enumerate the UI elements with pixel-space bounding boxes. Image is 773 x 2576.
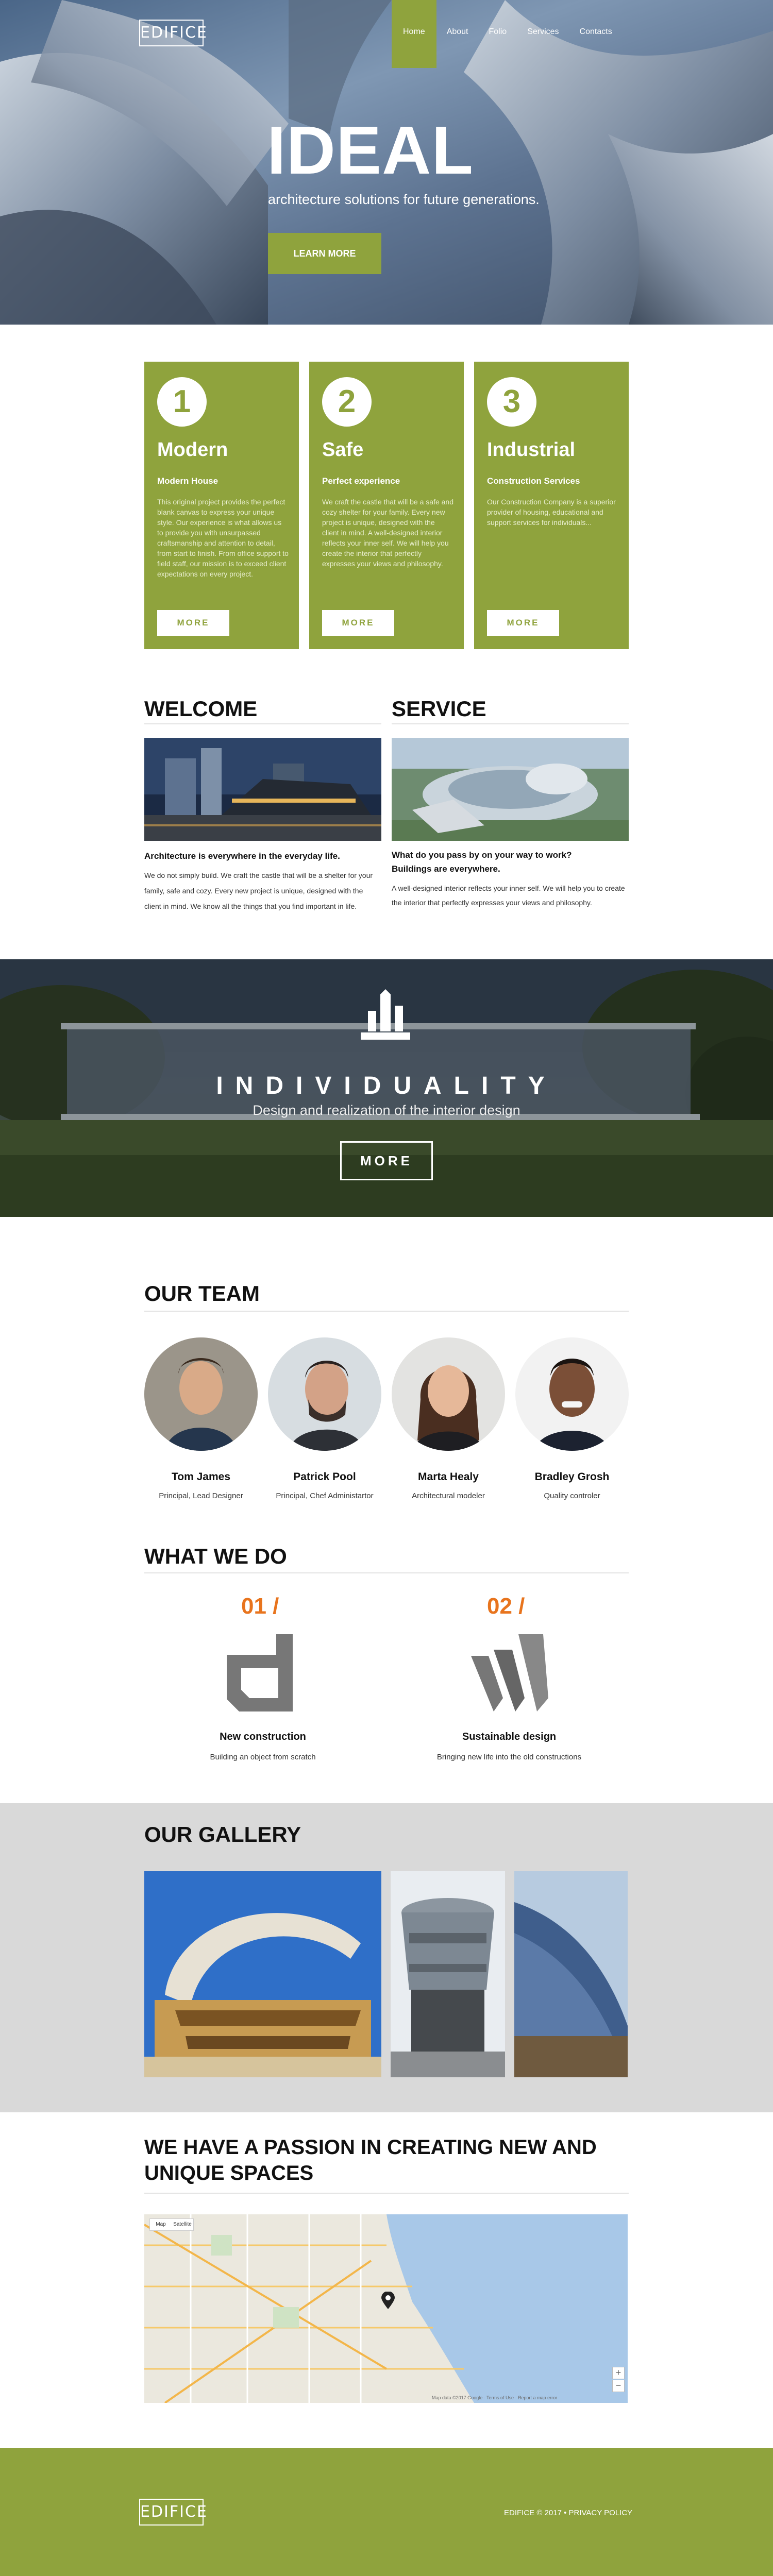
team-divider	[144, 1311, 629, 1312]
what-we-do-heading: WHAT WE DO	[144, 1544, 287, 1568]
service-title: Sustainable design	[462, 1731, 557, 1742]
service-lead-2: Buildings are everywhere.	[392, 864, 500, 874]
member-photo-patrick-pool	[268, 1337, 381, 1451]
welcome-text: We do not simply build. We craft the cas…	[144, 871, 373, 910]
feature-card-safe: 2 Safe Perfect experience We craft the c…	[309, 362, 464, 649]
service-number: 02 /	[487, 1594, 525, 1619]
individuality-title: INDIVIDUALITY	[216, 1072, 557, 1099]
gallery-heading: OUR GALLERY	[144, 1822, 301, 1846]
map-type-map-button[interactable]: Map	[150, 2219, 172, 2230]
map-zoom-in-button[interactable]: +	[612, 2367, 625, 2379]
feature-more-button[interactable]: MORE	[322, 610, 394, 636]
member-photo-marta-healy	[392, 1337, 505, 1451]
service-lead-1: What do you pass by on your way to work?	[392, 850, 572, 860]
what-we-do-divider	[144, 1572, 629, 1573]
feature-title: Safe	[322, 439, 364, 461]
service-description: Building an object from scratch	[210, 1753, 316, 1761]
gallery-section	[0, 1803, 773, 2112]
passion-heading-line1: WE HAVE A PASSION IN CREATING NEW AND	[144, 2136, 597, 2159]
service-divider	[392, 723, 629, 724]
map-zoom-out-button[interactable]: −	[612, 2380, 625, 2392]
passion-divider	[144, 2193, 629, 2194]
individuality-subtitle: Design and realization of the interior d…	[253, 1103, 520, 1118]
construction-icon	[227, 1634, 293, 1711]
map-type-control: Map Satellite	[149, 2218, 194, 2231]
welcome-heading: WELCOME	[144, 697, 258, 721]
member-name: Marta Healy	[418, 1471, 479, 1483]
member-role: Principal, Chef Administartor	[276, 1492, 374, 1500]
feature-text: This original project provides the perfe…	[157, 498, 289, 578]
nav-contacts[interactable]: Contacts	[569, 0, 623, 68]
hero-title: IDEAL	[267, 112, 474, 188]
map-type-satellite-button[interactable]: Satellite	[172, 2219, 193, 2230]
nav-folio[interactable]: Folio	[479, 0, 517, 68]
hero-subtitle: architecture solutions for future genera…	[268, 192, 540, 207]
welcome-lead: Architecture is everywhere in the everyd…	[144, 851, 340, 861]
member-role: Quality controler	[544, 1492, 600, 1500]
gallery-image-3[interactable]	[514, 1871, 628, 2077]
feature-card-modern: 1 Modern Modern House This original proj…	[144, 362, 299, 649]
feature-number: 3	[487, 377, 536, 427]
feature-more-button[interactable]: MORE	[157, 610, 229, 636]
copyright-text[interactable]: EDIFICE © 2017 • PRIVACY POLICY	[504, 2509, 632, 2517]
service-description: Bringing new life into the old construct…	[436, 1753, 582, 1761]
feature-text: Our Construction Company is a superior p…	[487, 498, 616, 527]
team-heading: OUR TEAM	[144, 1281, 260, 1306]
gallery-image-2[interactable]	[391, 1871, 505, 2077]
learn-more-button[interactable]: LEARN MORE	[268, 233, 381, 274]
service-heading: SERVICE	[392, 697, 486, 721]
member-role: Principal, Lead Designer	[159, 1492, 243, 1500]
member-role: Architectural modeler	[412, 1492, 485, 1500]
member-name: Tom James	[172, 1471, 230, 1483]
gallery-image-1[interactable]	[144, 1871, 381, 2077]
sustainable-design-icon	[471, 1634, 548, 1711]
service-title: New construction	[220, 1731, 306, 1742]
nav-services[interactable]: Services	[517, 0, 569, 68]
service-number: 01 /	[241, 1594, 279, 1619]
nav-home[interactable]: Home	[392, 0, 436, 68]
individuality-more-button[interactable]: MORE	[340, 1141, 433, 1180]
member-photo-tom-james	[144, 1337, 258, 1451]
member-photo-bradley-grosh	[515, 1337, 629, 1451]
welcome-divider	[144, 723, 381, 724]
feature-subtitle: Modern House	[157, 476, 219, 486]
footer-logo[interactable]: EDIFICE	[139, 2499, 207, 2526]
feature-title: Industrial	[487, 439, 576, 461]
building-logo-icon	[361, 989, 410, 1041]
service-image	[392, 738, 629, 841]
feature-subtitle: Perfect experience	[322, 476, 400, 486]
main-nav: Home About Folio Services Contacts	[392, 0, 623, 68]
welcome-image	[144, 738, 381, 841]
feature-more-button[interactable]: MORE	[487, 610, 559, 636]
member-name: Bradley Grosh	[534, 1471, 610, 1483]
feature-subtitle: Construction Services	[487, 476, 580, 486]
member-name: Patrick Pool	[293, 1471, 356, 1483]
map-attribution: Map data ©2017 Google · Terms of Use · R…	[432, 2395, 558, 2400]
feature-text: We craft the castle that will be a safe …	[322, 498, 453, 568]
feature-card-industrial: 3 Industrial Construction Services Our C…	[474, 362, 629, 649]
nav-about[interactable]: About	[436, 0, 479, 68]
feature-title: Modern	[157, 439, 228, 461]
map-pin-icon[interactable]	[381, 2291, 395, 2309]
logo[interactable]: EDIFICE	[139, 20, 207, 46]
service-text: A well-designed interior reflects your i…	[392, 884, 625, 907]
feature-number: 1	[157, 377, 207, 427]
footer	[0, 2448, 773, 2576]
feature-number: 2	[322, 377, 372, 427]
passion-heading-line2: UNIQUE SPACES	[144, 2162, 314, 2184]
